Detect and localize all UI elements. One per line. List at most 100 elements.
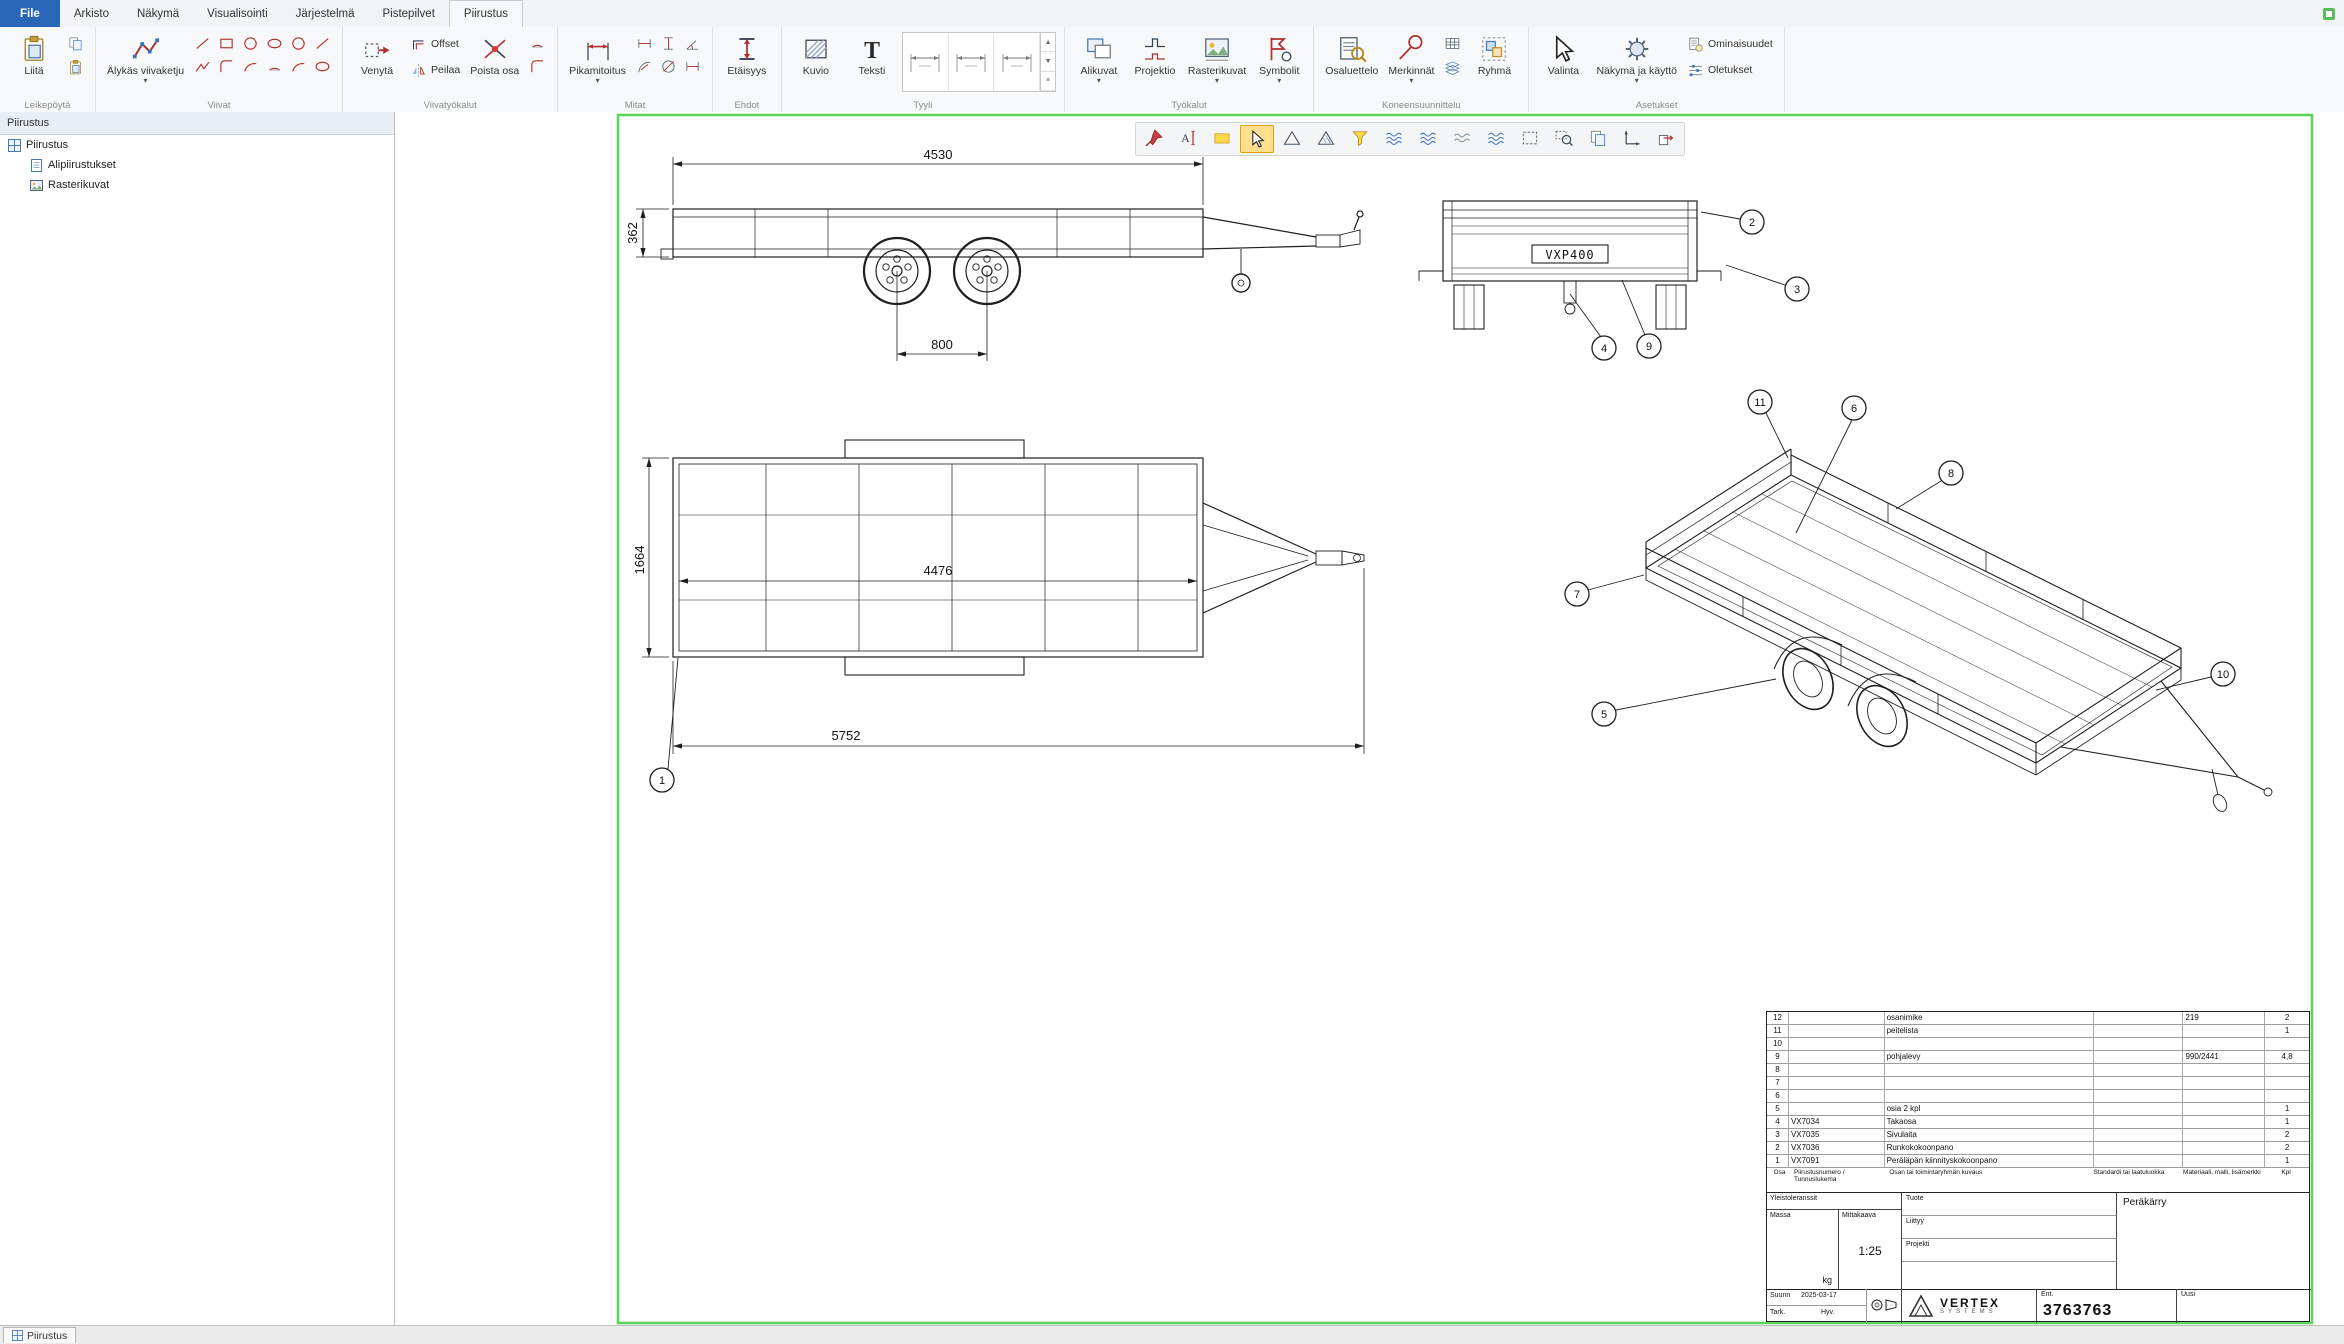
addon-icon[interactable]: [2322, 7, 2336, 21]
dim-radius-button[interactable]: [633, 55, 656, 77]
ellipse2-tool-button[interactable]: [311, 55, 334, 77]
arc-chord-tool-button[interactable]: [263, 55, 286, 77]
fillet-tool-button[interactable]: [215, 55, 238, 77]
parts-row[interactable]: 2 VX7036 Runkokokoonpano 2: [1767, 1142, 2309, 1155]
logo-text: VERTEX: [1940, 1297, 2000, 1309]
parts-row[interactable]: 12 osanimike 219 2: [1767, 1012, 2309, 1025]
dimension-side-length[interactable]: 4530: [924, 147, 953, 162]
annotation-text-icon[interactable]: [1172, 125, 1204, 151]
dimension-total-length[interactable]: 5752: [832, 728, 861, 743]
offset-button[interactable]: Offset: [407, 32, 463, 56]
hatch-button[interactable]: Kuvio: [790, 32, 842, 79]
gallery-scroll-down[interactable]: ▼: [1041, 52, 1055, 71]
dim-angle-button[interactable]: [681, 32, 704, 54]
text-button[interactable]: Teksti: [846, 32, 898, 79]
arc-tool-button[interactable]: [239, 55, 262, 77]
dimension-axle-spacing[interactable]: 800: [931, 337, 953, 352]
zoom-window-icon[interactable]: [1548, 125, 1580, 151]
marquee-icon[interactable]: [1514, 125, 1546, 151]
tab-nakyma[interactable]: Näkymä: [123, 0, 193, 27]
circle2-tool-button[interactable]: [287, 32, 310, 54]
selection-button[interactable]: Valinta: [1537, 32, 1589, 79]
symbols-button[interactable]: Symbolit ▾: [1253, 32, 1305, 87]
raster-images-button[interactable]: Rasterikuvat ▾: [1185, 32, 1249, 87]
layer-waves-3-icon[interactable]: [1446, 125, 1478, 151]
part-list-button[interactable]: Osaluettelo: [1322, 32, 1381, 79]
dim-horizontal-button[interactable]: [633, 32, 656, 54]
filter-icon[interactable]: [1344, 125, 1376, 151]
circle-tool-button[interactable]: [239, 32, 262, 54]
share-icon[interactable]: [1650, 125, 1682, 151]
tree-item-rasterikuvat[interactable]: Rasterikuvat: [0, 175, 394, 195]
clipboard-mini-button[interactable]: [64, 56, 87, 78]
tab-pistepilvet[interactable]: Pistepilvet: [368, 0, 448, 27]
line-tool-button[interactable]: [191, 32, 214, 54]
ellipse-tool-button[interactable]: [263, 32, 286, 54]
layer-waves-1-icon[interactable]: [1378, 125, 1410, 151]
distance-constraint-button[interactable]: Etäisyys: [721, 32, 773, 79]
tree-item-alipiirustukset[interactable]: Alipiirustukset: [0, 155, 394, 175]
parts-row[interactable]: 10: [1767, 1038, 2309, 1051]
dim-vertical-button[interactable]: [657, 32, 680, 54]
parts-row[interactable]: 1 VX7091 Peräläpän kiinnityskokoonpano 1: [1767, 1155, 2309, 1168]
view-and-use-button[interactable]: Näkymä ja käyttö ▾: [1593, 32, 1680, 87]
trim-button[interactable]: Poista osa: [467, 32, 522, 79]
layer-waves-4-icon[interactable]: [1480, 125, 1512, 151]
dim-chain-button[interactable]: [681, 55, 704, 77]
clipboard-icon[interactable]: [1582, 125, 1614, 151]
gallery-scroll-up[interactable]: ▲: [1041, 33, 1055, 52]
parts-row[interactable]: 3 VX7035 Sivulaita 2: [1767, 1129, 2309, 1142]
tab-arkisto[interactable]: Arkisto: [60, 0, 123, 27]
style-preview-1[interactable]: [903, 33, 949, 91]
dimension-inner-length[interactable]: 4476: [924, 563, 953, 578]
tab-piirustus[interactable]: Piirustus: [449, 0, 523, 27]
arc2-tool-button[interactable]: [287, 55, 310, 77]
dimension-side-height[interactable]: 362: [625, 222, 640, 244]
layers-tool-button[interactable]: [1441, 56, 1464, 78]
mirror-button[interactable]: Peilaa: [407, 58, 463, 82]
style-preview-2[interactable]: [949, 33, 995, 91]
parts-row[interactable]: 8: [1767, 1064, 2309, 1077]
projection-button[interactable]: Projektio: [1129, 32, 1181, 79]
properties-button[interactable]: Ominaisuudet: [1684, 32, 1776, 56]
tree-item-piirustus[interactable]: Piirustus: [0, 135, 394, 155]
arc-edit-button[interactable]: [526, 32, 549, 54]
table-tool-button[interactable]: [1441, 32, 1464, 54]
polyline-tool-button[interactable]: [191, 55, 214, 77]
triangle-icon[interactable]: [1276, 125, 1308, 151]
pin-icon[interactable]: [1138, 125, 1170, 151]
tab-file[interactable]: File: [0, 0, 60, 27]
hatch-triangle-icon[interactable]: [1310, 125, 1342, 151]
quick-dimension-button[interactable]: Pikamitoitus ▾: [566, 32, 629, 87]
parts-row[interactable]: 9 pohjalevy 990/2441 4,8: [1767, 1051, 2309, 1064]
axes-icon[interactable]: [1616, 125, 1648, 151]
paste-button[interactable]: Liitä: [8, 32, 60, 79]
subdrawings-button[interactable]: Alikuvat ▾: [1073, 32, 1125, 87]
annotations-button[interactable]: Merkinnät ▾: [1385, 32, 1437, 87]
drawing-canvas[interactable]: 4530 362 800 VX: [395, 112, 2344, 1325]
corner-edit-button[interactable]: [526, 55, 549, 77]
dim-diameter-button[interactable]: [657, 55, 680, 77]
dimension-width[interactable]: 1664: [632, 546, 647, 575]
tab-visualisointi[interactable]: Visualisointi: [193, 0, 282, 27]
measure-note-icon[interactable]: [1206, 125, 1238, 151]
parts-row[interactable]: 11 peitelista 1: [1767, 1025, 2309, 1038]
line2-tool-button[interactable]: [311, 32, 334, 54]
tab-jarjestelma[interactable]: Järjestelmä: [282, 0, 369, 27]
select-cursor-icon[interactable]: [1240, 125, 1274, 153]
style-preview-3[interactable]: [994, 33, 1040, 91]
rectangle-tool-button[interactable]: [215, 32, 238, 54]
parts-row[interactable]: 6: [1767, 1090, 2309, 1103]
stretch-button[interactable]: Venytä: [351, 32, 403, 79]
copy-button[interactable]: [64, 32, 87, 54]
defaults-button[interactable]: Oletukset: [1684, 58, 1776, 82]
parts-row[interactable]: 7: [1767, 1077, 2309, 1090]
parts-row[interactable]: 5 osia 2 kpl 1: [1767, 1103, 2309, 1116]
layer-waves-2-icon[interactable]: [1412, 125, 1444, 151]
smart-polyline-button[interactable]: Älykäs viivaketju ▾: [104, 32, 187, 87]
status-tab-piirustus[interactable]: Piirustus: [3, 1327, 76, 1343]
group-button[interactable]: Ryhmä: [1468, 32, 1520, 79]
parts-row[interactable]: 4 VX7034 Takaosa 1: [1767, 1116, 2309, 1129]
trim-label: Poista osa: [470, 66, 519, 77]
gallery-expand[interactable]: ≡: [1041, 72, 1055, 91]
